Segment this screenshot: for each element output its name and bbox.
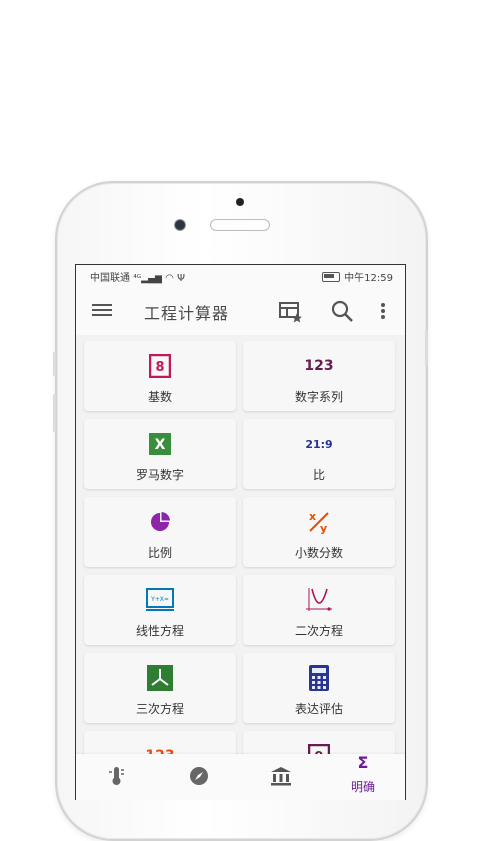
status-bar: 中国联通 ⁴ᴳ▂▄▆ ◠ Ψ 中午12:59 [76, 265, 405, 287]
ratio-icon: 21:9 [305, 437, 333, 451]
phone-side-button [53, 352, 56, 376]
search-icon[interactable] [328, 297, 356, 325]
svg-text:x: x [309, 510, 316, 523]
tile-cubic-equation[interactable]: 三次方程 [84, 653, 236, 723]
tile-label: 基数 [147, 390, 172, 404]
linear-equation-icon: Y+X= [145, 587, 175, 613]
bank-icon [270, 766, 292, 790]
quadratic-curve-icon [304, 587, 334, 613]
calculator-icon [304, 665, 334, 691]
tile-label: 比 [312, 468, 325, 482]
tile-label: 数字系列 [294, 390, 343, 404]
tile-decimal-fraction[interactable]: xy 小数分数 [243, 497, 395, 567]
nav-clear[interactable]: Σ 明确 [322, 753, 404, 800]
more-options-icon[interactable] [369, 297, 397, 325]
number-box-icon: 8 [145, 353, 175, 379]
bottom-navigation: Σ 明确 [76, 753, 405, 800]
tile-roman-numerals[interactable]: X 罗马数字 [84, 419, 236, 489]
nav-thermometer[interactable] [76, 754, 158, 800]
signal-icon: ⁴ᴳ▂▄▆ [133, 274, 162, 284]
tile-label: 线性方程 [135, 624, 184, 638]
tile-label: 小数分数 [294, 546, 343, 560]
tile-number-series[interactable]: 123 数字系列 [243, 341, 395, 411]
tile-quadratic-equation[interactable]: 二次方程 [243, 575, 395, 645]
carrier-label: 中国联通 [90, 273, 130, 284]
usb-icon: Ψ [177, 273, 185, 284]
phone-camera [174, 219, 186, 231]
cubic-axes-icon [145, 665, 175, 691]
app-screen: 中国联通 ⁴ᴳ▂▄▆ ◠ Ψ 中午12:59 工程计算器 8 基数 123 数字… [75, 264, 406, 800]
tile-label: 比例 [147, 546, 172, 560]
phone-side-button [53, 394, 56, 432]
phone-side-button [425, 330, 428, 366]
menu-icon[interactable] [92, 301, 112, 321]
app-bar: 工程计算器 [76, 287, 405, 335]
nav-compass[interactable] [158, 754, 240, 800]
pie-chart-icon [145, 509, 175, 535]
nav-bank[interactable] [240, 754, 322, 800]
number-series-icon: 123 [304, 358, 334, 374]
favorites-grid-icon[interactable] [276, 297, 304, 325]
tile-base[interactable]: 8 基数 [84, 341, 236, 411]
sigma-icon: Σ [357, 753, 369, 772]
tile-expression-evaluation[interactable]: 表达评估 [243, 653, 395, 723]
svg-text:y: y [320, 522, 327, 535]
svg-text:Y+X=: Y+X= [150, 596, 169, 603]
thermometer-icon [108, 766, 126, 790]
phone-sensor [236, 198, 244, 206]
wifi-icon: ◠ [165, 273, 174, 284]
fraction-icon: xy [304, 509, 334, 535]
tile-label: 罗马数字 [135, 468, 184, 482]
compass-icon [189, 766, 209, 790]
page-title: 工程计算器 [144, 304, 230, 323]
svg-text:8: 8 [155, 360, 164, 375]
tile-proportion[interactable]: 比例 [84, 497, 236, 567]
tile-label: 表达评估 [294, 702, 343, 716]
svg-text:X: X [155, 437, 166, 453]
tile-ratio[interactable]: 21:9 比 [243, 419, 395, 489]
roman-numeral-icon: X [145, 431, 175, 457]
status-time: 中午12:59 [344, 273, 393, 284]
phone-speaker [210, 219, 270, 231]
nav-label: 明确 [350, 780, 375, 794]
battery-icon [322, 271, 341, 282]
tile-linear-equation[interactable]: Y+X= 线性方程 [84, 575, 236, 645]
tile-label: 二次方程 [294, 624, 343, 638]
tile-label: 三次方程 [135, 702, 184, 716]
